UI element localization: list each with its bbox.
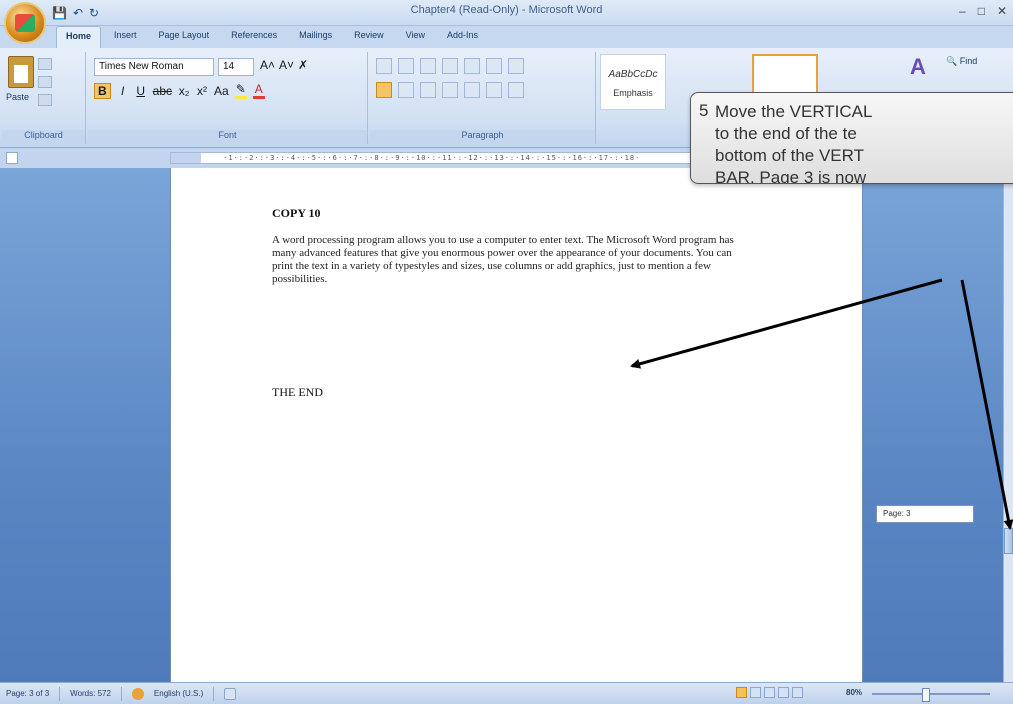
align-left-icon[interactable] bbox=[376, 82, 392, 98]
paragraph-row-bottom bbox=[376, 82, 524, 98]
align-center-icon[interactable] bbox=[398, 82, 414, 98]
underline-icon[interactable]: U bbox=[135, 84, 147, 98]
decrease-indent-icon[interactable] bbox=[442, 58, 458, 74]
font-group: Times New Roman 14 A˄ A˅ ✗ B I U abc x₂ … bbox=[88, 52, 368, 144]
tab-mailings[interactable]: Mailings bbox=[290, 26, 341, 48]
office-button[interactable] bbox=[4, 2, 46, 44]
subscript-icon[interactable]: x₂ bbox=[178, 84, 190, 98]
strikethrough-icon[interactable]: abc bbox=[153, 84, 172, 98]
cut-icon[interactable] bbox=[38, 58, 52, 70]
superscript-icon[interactable]: x² bbox=[196, 84, 208, 98]
change-styles-icon[interactable]: A bbox=[910, 54, 926, 80]
paragraph-row-top bbox=[376, 58, 524, 74]
window-controls: – □ ✕ bbox=[959, 4, 1007, 18]
document-heading: COPY 10 bbox=[272, 206, 321, 220]
status-bar: Page: 3 of 3 Words: 572 English (U.S.) 8… bbox=[0, 682, 1013, 704]
zoom-slider[interactable] bbox=[872, 688, 990, 702]
paste-button[interactable]: Paste bbox=[6, 92, 29, 102]
line-spacing-icon[interactable] bbox=[464, 82, 480, 98]
shading-icon[interactable] bbox=[486, 82, 502, 98]
tab-references[interactable]: References bbox=[222, 26, 286, 48]
paragraph-group-label: Paragraph bbox=[370, 130, 595, 144]
web-layout-icon[interactable] bbox=[764, 687, 775, 698]
borders-icon[interactable] bbox=[508, 82, 524, 98]
tab-page-layout[interactable]: Page Layout bbox=[150, 26, 219, 48]
status-separator bbox=[213, 686, 215, 701]
clipboard-group: Paste Clipboard bbox=[2, 52, 86, 144]
document-page[interactable]: COPY 10 A word processing program allows… bbox=[170, 168, 863, 682]
paste-icon[interactable] bbox=[8, 56, 34, 88]
scroll-page-tooltip: Page: 3 bbox=[876, 505, 974, 523]
instruction-callout: 5 Move the VERTICAL to the end of the te… bbox=[690, 92, 1013, 184]
find-label: Find bbox=[959, 56, 978, 66]
callout-line: BAR. Page 3 is now bbox=[715, 168, 867, 184]
status-language[interactable]: English (U.S.) bbox=[154, 689, 203, 698]
find-button[interactable]: 🔍 Find bbox=[946, 56, 977, 67]
paragraph-group: Paragraph bbox=[370, 52, 596, 144]
multilevel-list-icon[interactable] bbox=[420, 58, 436, 74]
grow-font-icon[interactable]: A˄ bbox=[260, 58, 275, 72]
callout-line: bottom of the VERT bbox=[715, 146, 864, 165]
macro-icon[interactable] bbox=[224, 687, 237, 700]
document-paragraph: A word processing program allows you to … bbox=[272, 234, 734, 285]
scroll-thumb[interactable] bbox=[1004, 528, 1013, 554]
clear-formatting-icon[interactable]: ✗ bbox=[298, 58, 308, 72]
style-emphasis[interactable]: AaBbCcDc Emphasis bbox=[600, 54, 666, 110]
tab-view[interactable]: View bbox=[397, 26, 434, 48]
style-sample: AaBbCcDc bbox=[608, 69, 658, 80]
shrink-font-icon[interactable]: A˅ bbox=[279, 58, 294, 72]
clipboard-group-label: Clipboard bbox=[2, 130, 85, 144]
window-title: Chapter4 (Read-Only) - Microsoft Word bbox=[410, 4, 603, 16]
status-separator bbox=[59, 686, 61, 701]
copy-icon[interactable] bbox=[38, 76, 52, 88]
status-page[interactable]: Page: 3 of 3 bbox=[6, 689, 49, 698]
justify-icon[interactable] bbox=[442, 82, 458, 98]
numbering-icon[interactable] bbox=[398, 58, 414, 74]
font-size-buttons: A˄ A˅ ✗ bbox=[260, 58, 308, 72]
tab-add-ins[interactable]: Add-Ins bbox=[438, 26, 487, 48]
tab-selector[interactable] bbox=[6, 152, 18, 164]
callout-step-number: 5 bbox=[699, 101, 709, 120]
clipboard-small-icons bbox=[38, 58, 52, 106]
title-bar: 💾 ↶ ↻ Chapter4 (Read-Only) - Microsoft W… bbox=[0, 0, 1013, 26]
minimize-icon[interactable]: – bbox=[959, 4, 966, 18]
view-buttons bbox=[736, 687, 803, 698]
print-layout-icon[interactable] bbox=[736, 687, 747, 698]
tab-review[interactable]: Review bbox=[345, 26, 393, 48]
bullets-icon[interactable] bbox=[376, 58, 392, 74]
align-right-icon[interactable] bbox=[420, 82, 436, 98]
callout-line: to the end of the te bbox=[715, 124, 857, 143]
show-marks-icon[interactable] bbox=[508, 58, 524, 74]
horizontal-ruler[interactable]: ·1·:·2·:·3·:·4·:·5·:·6·:·7·:·8·:·9·:·10·… bbox=[170, 152, 710, 164]
font-size-select[interactable]: 14 bbox=[218, 58, 254, 76]
tab-home[interactable]: Home bbox=[56, 26, 102, 48]
format-painter-icon[interactable] bbox=[38, 94, 52, 106]
status-words[interactable]: Words: 572 bbox=[70, 689, 111, 698]
close-icon[interactable]: ✕ bbox=[997, 4, 1007, 18]
callout-line: Move the VERTICAL bbox=[715, 102, 873, 121]
increase-indent-icon[interactable] bbox=[464, 58, 480, 74]
ribbon-tabs: Home Insert Page Layout References Maili… bbox=[0, 26, 1013, 48]
font-name-select[interactable]: Times New Roman bbox=[94, 58, 214, 76]
font-color-icon[interactable]: A bbox=[252, 82, 265, 99]
outline-icon[interactable] bbox=[778, 687, 789, 698]
vertical-scrollbar[interactable] bbox=[1003, 168, 1013, 682]
change-case-icon[interactable]: Aa bbox=[214, 84, 229, 98]
office-logo-icon bbox=[15, 14, 35, 32]
document-end-text: THE END bbox=[272, 385, 323, 399]
highlight-icon[interactable]: ✎ bbox=[234, 82, 247, 99]
style-name: Emphasis bbox=[613, 88, 653, 98]
zoom-level[interactable]: 80% bbox=[846, 688, 862, 697]
status-separator bbox=[120, 686, 122, 701]
bold-icon[interactable]: B bbox=[94, 82, 111, 99]
draft-icon[interactable] bbox=[792, 687, 803, 698]
italic-icon[interactable]: I bbox=[117, 84, 129, 98]
tab-insert[interactable]: Insert bbox=[105, 26, 146, 48]
font-format-row: B I U abc x₂ x² Aa ✎ A bbox=[94, 82, 265, 99]
sort-icon[interactable] bbox=[486, 58, 502, 74]
maximize-icon[interactable]: □ bbox=[978, 4, 985, 18]
proofing-icon[interactable] bbox=[131, 687, 144, 700]
full-screen-reading-icon[interactable] bbox=[750, 687, 761, 698]
font-group-label: Font bbox=[88, 130, 367, 144]
